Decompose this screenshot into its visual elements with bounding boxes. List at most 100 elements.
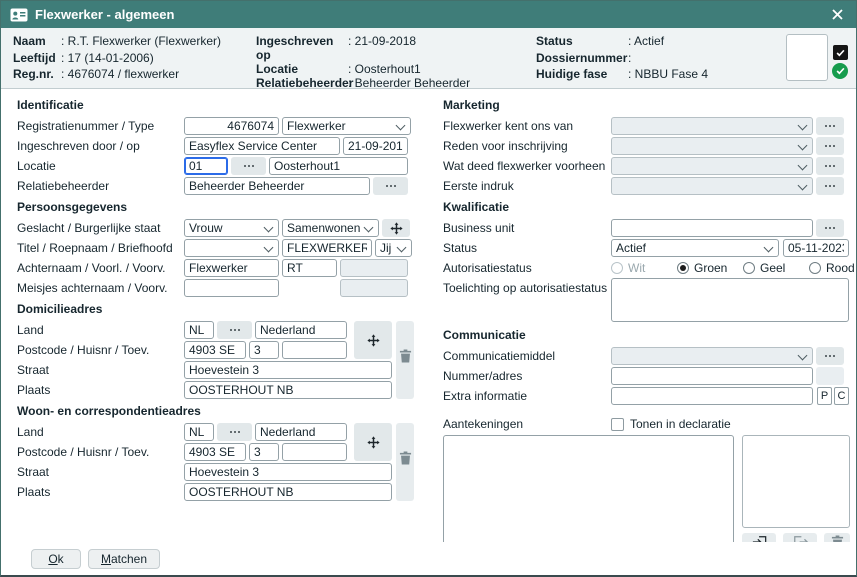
- woon-huisnr-input[interactable]: [249, 443, 279, 461]
- briefhoofd-select[interactable]: Jij: [375, 239, 412, 257]
- naam-label: Naam: [13, 34, 61, 48]
- meisjes-achternaam-input[interactable]: [184, 279, 279, 297]
- ingeschreven-op-input[interactable]: [343, 137, 408, 155]
- status-row: Status Actief: [443, 238, 855, 258]
- ingeschreven-door-input[interactable]: [184, 137, 340, 155]
- status-datum-input[interactable]: [783, 239, 849, 257]
- burgerlijke-staat-select[interactable]: Samenwonend: [282, 219, 379, 237]
- type-select[interactable]: Flexwerker: [282, 117, 411, 135]
- c-button[interactable]: C: [834, 387, 849, 405]
- domicilie-plaats-input[interactable]: [184, 381, 392, 399]
- extra-informatie-input[interactable]: [611, 387, 813, 405]
- relatiebeheerder-input[interactable]: [184, 177, 370, 195]
- tonen-in-declaratie-label: Tonen in declaratie: [630, 417, 731, 431]
- geslacht-select[interactable]: Vrouw: [184, 219, 279, 237]
- woon-straat-input[interactable]: [184, 463, 392, 481]
- wat-deed-flexwerker-voorheen-select[interactable]: [611, 157, 813, 175]
- ellipsis-icon: [829, 227, 831, 229]
- matchen-button[interactable]: Matchen: [88, 549, 160, 569]
- relatiebeheerder-label: Relatiebeheerder: [256, 76, 348, 90]
- aantekeningen-label: Aantekeningen: [443, 417, 611, 431]
- tonen-in-declaratie-checkbox[interactable]: [611, 418, 624, 431]
- eerste-indruk-select[interactable]: [611, 177, 813, 195]
- domicilie-straat-input[interactable]: [184, 361, 392, 379]
- autorisatiestatus-radio-option[interactable]: Groen: [677, 261, 743, 275]
- reden-inschrijving-row: Reden voor inschrijving: [443, 136, 855, 156]
- domicilie-delete-button[interactable]: [396, 321, 414, 399]
- woon-land-code-input[interactable]: [184, 423, 214, 441]
- woon-delete-button[interactable]: [396, 423, 414, 501]
- reden-voor-inschrijving-lookup-button[interactable]: [816, 137, 844, 155]
- locatie-value: Oosterhout1: [348, 62, 421, 76]
- nummer-adres-input[interactable]: [611, 367, 813, 385]
- section-title-identificatie: Identificatie: [17, 98, 429, 113]
- domicilie-land-naam-input[interactable]: [255, 321, 347, 339]
- ellipsis-icon: [234, 431, 236, 433]
- wat-deed-flexwerker-voorheen-lookup-button[interactable]: [816, 157, 844, 175]
- registratienummer-input[interactable]: [184, 117, 279, 135]
- ellipsis-icon: [829, 355, 831, 357]
- flexwerker-kent-ons-van-lookup-button[interactable]: [816, 117, 844, 135]
- left-column: Identificatie Registratienummer / Type F…: [17, 94, 429, 542]
- woon-move-button[interactable]: [354, 423, 392, 461]
- eerste-indruk-lookup-button[interactable]: [816, 177, 844, 195]
- voorletters-input[interactable]: [282, 259, 337, 277]
- trash-icon: [399, 451, 412, 465]
- woon-toevoeging-input[interactable]: [282, 443, 347, 461]
- aantekeningen-textarea[interactable]: [443, 435, 734, 542]
- import-note-button[interactable]: [742, 533, 776, 542]
- ingeschreven-op-label: Ingeschreven op: [256, 34, 348, 62]
- flexwerker-kent-ons-van-select[interactable]: [611, 117, 813, 135]
- domicilie-land-lookup-button[interactable]: [217, 321, 252, 339]
- achternaam-input[interactable]: [184, 259, 279, 277]
- autorisatiestatus-radio-option[interactable]: Rood: [809, 261, 855, 275]
- business-unit-input[interactable]: [611, 219, 813, 237]
- section-title-marketing: Marketing: [443, 98, 855, 113]
- achternaam-row: Achternaam / Voorl. / Voorv.: [17, 258, 429, 278]
- titel-select[interactable]: [184, 239, 279, 257]
- export-note-button[interactable]: [783, 533, 817, 542]
- huidige-fase-value: NBBU Fase 4: [628, 67, 708, 81]
- status-select[interactable]: Actief: [611, 239, 779, 257]
- domicilie-postcode-input[interactable]: [184, 341, 246, 359]
- relatiebeheerder-value: Beheerder Beheerder: [348, 76, 470, 90]
- ellipsis-icon: [234, 329, 236, 331]
- reden-voor-inschrijving-select[interactable]: [611, 137, 813, 155]
- toelichting-textarea[interactable]: [611, 278, 849, 322]
- woon-postcode-input[interactable]: [184, 443, 246, 461]
- autorisatiestatus-radio-option[interactable]: Geel: [743, 261, 809, 275]
- chevron-down-icon: [798, 181, 808, 191]
- roepnaam-input[interactable]: [282, 239, 372, 257]
- locatie-naam-input[interactable]: [269, 157, 408, 175]
- autorisatiestatus-radio-option[interactable]: Wit: [611, 261, 677, 275]
- close-button[interactable]: [828, 6, 846, 24]
- domicilie-land-code-input[interactable]: [184, 321, 214, 339]
- domicilie-move-button[interactable]: [354, 321, 392, 359]
- voorheen-label: Wat deed flexwerker voorheen: [443, 159, 611, 173]
- communicatiemiddel-select[interactable]: [611, 347, 813, 365]
- woon-land-naam-input[interactable]: [255, 423, 347, 441]
- ellipsis-icon: [829, 185, 831, 187]
- ok-button[interactable]: Ok: [31, 549, 81, 569]
- meisjes-achternaam-label: Meisjes achternaam / Voorv.: [17, 281, 184, 295]
- chevron-down-icon: [798, 121, 808, 131]
- woon-land-lookup-button[interactable]: [217, 423, 252, 441]
- eerste-indruk-label: Eerste indruk: [443, 179, 611, 193]
- domicilie-toevoeging-input[interactable]: [282, 341, 347, 359]
- locatie-code-input[interactable]: [184, 157, 228, 175]
- domicilie-huisnr-input[interactable]: [249, 341, 279, 359]
- relatiebeheerder-lookup-button[interactable]: [373, 177, 408, 195]
- ellipsis-icon: [248, 165, 250, 167]
- communicatiemiddel-lookup-button[interactable]: [816, 347, 844, 365]
- radio-icon: [743, 262, 755, 274]
- woon-plaats-input[interactable]: [184, 483, 392, 501]
- p-button[interactable]: P: [817, 387, 832, 405]
- delete-note-button[interactable]: [824, 533, 850, 542]
- photo-placeholder: [786, 34, 828, 81]
- aantekeningen-list-box[interactable]: [742, 435, 850, 528]
- business-unit-lookup-button[interactable]: [816, 219, 844, 237]
- toelichting-row: Toelichting op autorisatiestatus: [443, 278, 855, 324]
- persoonsgegevens-move-button[interactable]: [382, 219, 410, 237]
- kent-ons-van-row: Flexwerker kent ons van: [443, 116, 855, 136]
- locatie-lookup-button[interactable]: [231, 157, 266, 175]
